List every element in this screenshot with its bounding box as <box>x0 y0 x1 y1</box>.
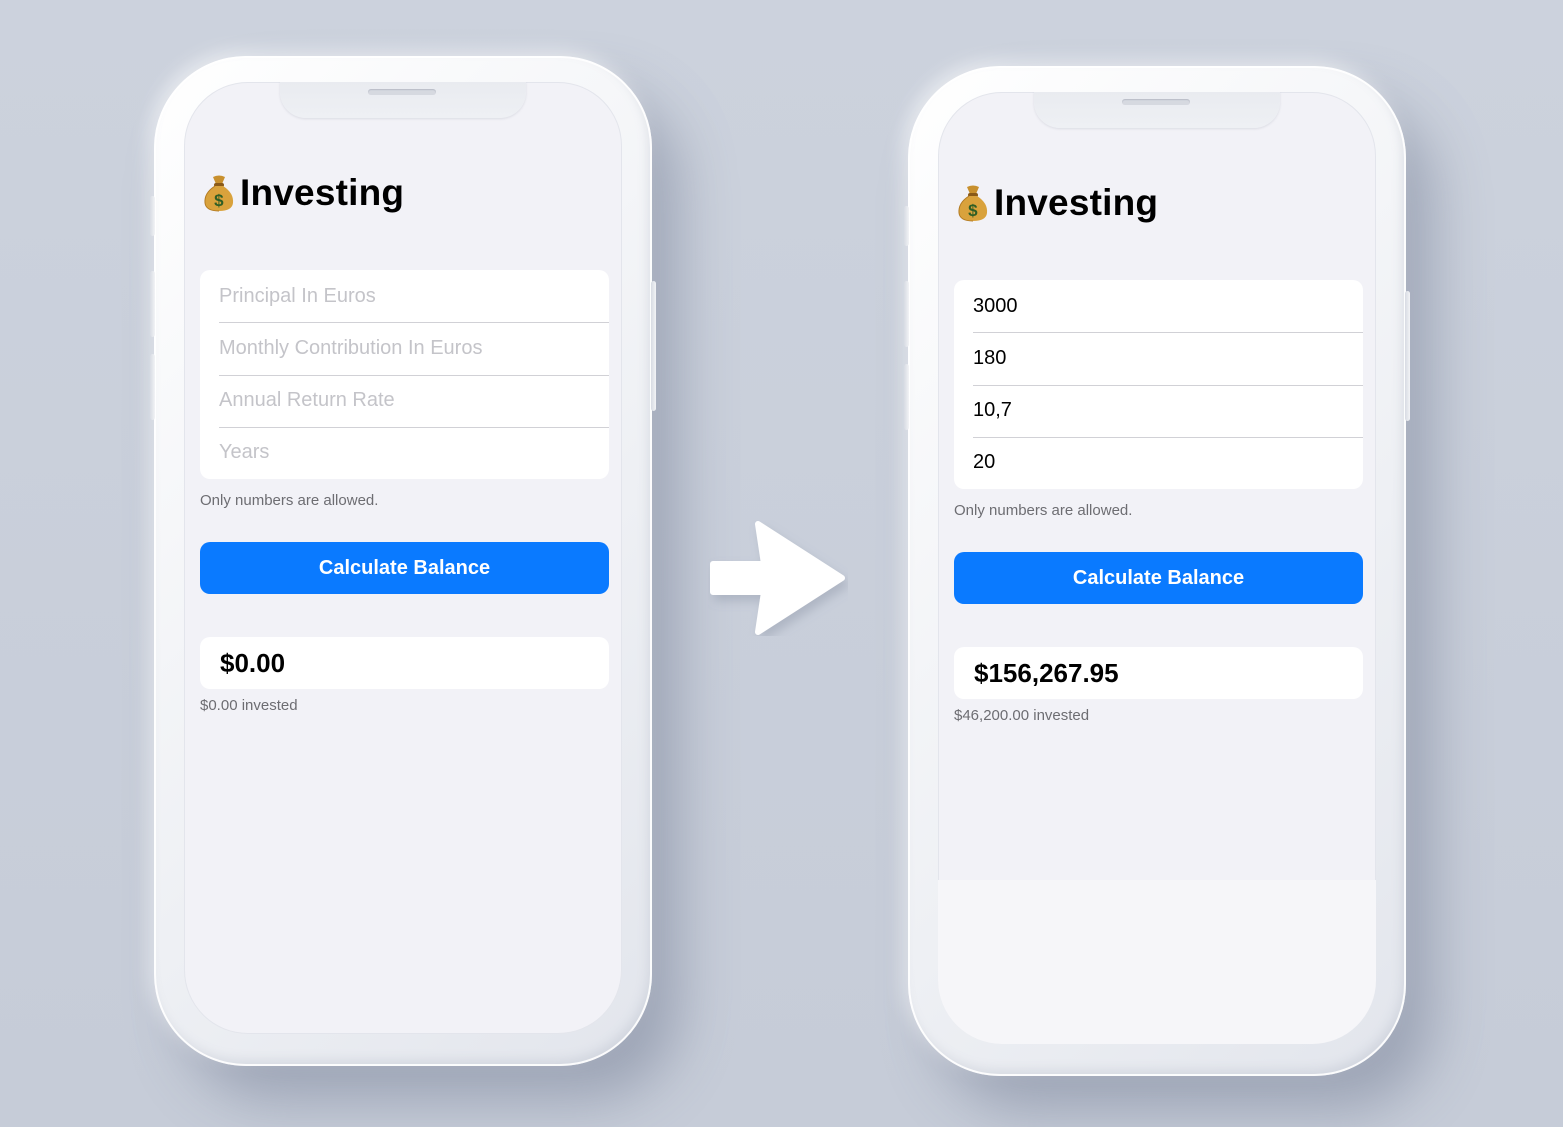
monthly-contribution-input[interactable] <box>973 346 1363 370</box>
speaker-grille <box>368 89 436 95</box>
numbers-only-hint: Only numbers are allowed. <box>200 492 379 509</box>
notch <box>280 82 526 118</box>
years-input[interactable] <box>973 451 1363 475</box>
monthly-contribution-input[interactable] <box>219 336 609 360</box>
balance-result: $0.00 <box>200 637 609 689</box>
principal-field-row <box>200 270 609 322</box>
annual-return-field-row <box>200 374 609 427</box>
svg-text:$: $ <box>968 201 978 220</box>
monthly-contribution-field-row <box>954 332 1363 384</box>
years-field-row <box>200 426 609 479</box>
page-title: $ Investing <box>956 182 1158 224</box>
volume-up-button <box>150 271 155 337</box>
principal-input[interactable] <box>219 284 609 308</box>
page-title: $ Investing <box>202 172 404 214</box>
annual-return-rate-input[interactable] <box>973 399 1363 423</box>
title-text: Investing <box>240 172 405 213</box>
balance-value: $0.00 <box>220 647 286 678</box>
monthly-contribution-field-row <box>200 322 609 374</box>
money-bag-icon: $ <box>958 185 988 222</box>
numbers-only-hint: Only numbers are allowed. <box>954 502 1133 519</box>
principal-field-row <box>954 280 1363 332</box>
speaker-grille <box>1122 99 1190 105</box>
power-button <box>651 281 656 411</box>
home-area <box>938 880 1376 1044</box>
volume-down-button <box>150 354 155 420</box>
title-text: Investing <box>994 182 1159 223</box>
phone-before: $ Investing Only numbers are allowed. Ca… <box>150 56 656 1066</box>
phone-after: $ Investing Only numbers are allowed. Ca… <box>904 66 1410 1076</box>
principal-input[interactable] <box>973 294 1363 318</box>
invested-amount: $46,200.00 invested <box>954 707 1090 724</box>
balance-value: $156,267.95 <box>974 657 1119 688</box>
calculate-balance-button[interactable]: Calculate Balance <box>200 542 609 594</box>
input-form <box>954 280 1363 489</box>
years-input[interactable] <box>219 441 609 465</box>
invested-amount: $0.00 invested <box>200 697 298 714</box>
input-form <box>200 270 609 479</box>
svg-text:$: $ <box>214 191 224 210</box>
silent-switch <box>150 196 155 236</box>
screen: $ Investing Only numbers are allowed. Ca… <box>938 92 1376 1044</box>
notch <box>1034 92 1280 128</box>
right-arrow-icon <box>710 521 845 635</box>
annual-return-field-row <box>954 384 1363 437</box>
calculate-balance-button[interactable]: Calculate Balance <box>954 552 1363 604</box>
annual-return-rate-input[interactable] <box>219 389 609 413</box>
silent-switch <box>904 206 909 246</box>
money-bag-icon: $ <box>204 175 234 212</box>
years-field-row <box>954 436 1363 489</box>
volume-down-button <box>904 364 909 430</box>
volume-up-button <box>904 281 909 347</box>
power-button <box>1405 291 1410 421</box>
screen: $ Investing Only numbers are allowed. Ca… <box>184 82 622 1034</box>
balance-result: $156,267.95 <box>954 647 1363 699</box>
